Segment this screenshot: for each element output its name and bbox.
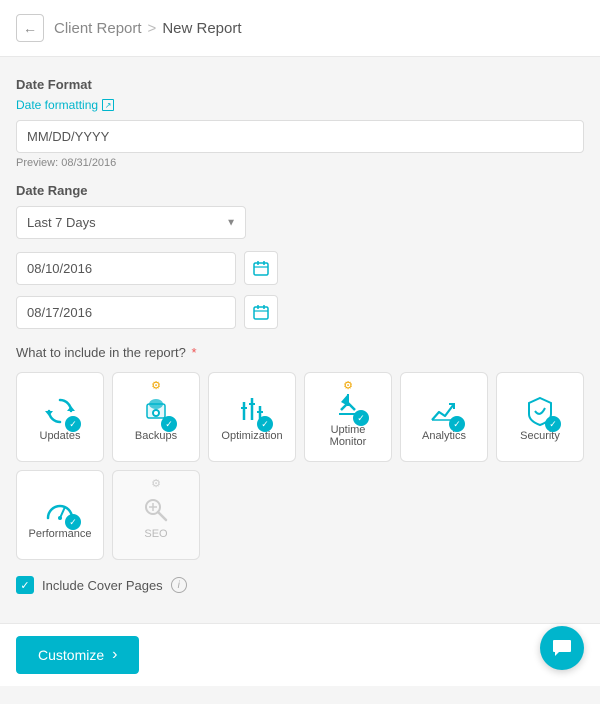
uptime-label: UptimeMonitor: [330, 424, 367, 448]
breadcrumb: Client Report > New Report: [54, 20, 242, 37]
updates-icon-wrap: ✓: [43, 394, 77, 428]
cover-pages-checkbox[interactable]: ✓: [16, 576, 34, 594]
backups-check: ✓: [161, 416, 177, 432]
card-optimization[interactable]: ✓ Optimization: [208, 372, 296, 462]
cards-grid: ✓ Updates ⚙ ✓ Backups: [16, 372, 584, 560]
performance-icon-wrap: ✓: [43, 492, 77, 526]
uptime-icon-wrap: ✓: [331, 388, 365, 422]
card-security[interactable]: ✓ Security: [496, 372, 584, 462]
card-backups[interactable]: ⚙ ✓ Backups: [112, 372, 200, 462]
bottom-bar: Customize ›: [0, 623, 600, 686]
card-analytics[interactable]: ✓ Analytics: [400, 372, 488, 462]
seo-icon: [139, 492, 173, 526]
card-updates[interactable]: ✓ Updates: [16, 372, 104, 462]
cover-pages-label: Include Cover Pages: [42, 578, 163, 593]
analytics-check: ✓: [449, 416, 465, 432]
performance-label: Performance: [29, 528, 92, 540]
updates-check: ✓: [65, 416, 81, 432]
seo-label: SEO: [144, 528, 167, 540]
card-seo[interactable]: ⚙ SEO: [112, 470, 200, 560]
backups-gear-icon: ⚙: [151, 379, 161, 392]
date-range-section: Date Range Last 7 Days Last 30 Days Last…: [16, 183, 584, 329]
info-icon[interactable]: i: [171, 577, 187, 593]
backups-icon-wrap: ✓: [139, 394, 173, 428]
end-date-row: [16, 295, 584, 329]
customize-button[interactable]: Customize ›: [16, 636, 139, 674]
breadcrumb-separator: >: [148, 20, 157, 37]
optimization-icon-wrap: ✓: [235, 394, 269, 428]
performance-check: ✓: [65, 514, 81, 530]
analytics-label: Analytics: [422, 430, 466, 442]
arrow-icon: ›: [112, 646, 117, 664]
date-formatting-link[interactable]: Date formatting ↗: [16, 98, 584, 112]
header: ← Client Report > New Report: [0, 0, 600, 57]
breadcrumb-current: New Report: [162, 20, 241, 37]
analytics-icon-wrap: ✓: [427, 394, 461, 428]
breadcrumb-parent: Client Report: [54, 20, 142, 37]
date-format-label: Date Format: [16, 77, 584, 92]
chat-icon: [551, 637, 573, 659]
end-date-calendar-button[interactable]: [244, 295, 278, 329]
date-format-preview: Preview: 08/31/2016: [16, 157, 584, 169]
start-date-row: [16, 251, 584, 285]
include-section: What to include in the report? * ✓ Updat…: [16, 345, 584, 594]
uptime-check: ✓: [353, 410, 369, 426]
optimization-check: ✓: [257, 416, 273, 432]
card-uptime-monitor[interactable]: ⚙ ✓ UptimeMonitor: [304, 372, 392, 462]
required-marker: *: [191, 345, 196, 360]
date-range-select-wrapper: Last 7 Days Last 30 Days Last 90 Days Cu…: [16, 206, 246, 239]
end-date-input[interactable]: [16, 296, 236, 329]
external-link-icon: ↗: [102, 99, 114, 111]
seo-gear-icon: ⚙: [151, 477, 161, 490]
back-button[interactable]: ←: [16, 14, 44, 42]
main-content: Date Format Date formatting ↗ Preview: 0…: [0, 57, 600, 704]
date-range-select[interactable]: Last 7 Days Last 30 Days Last 90 Days Cu…: [16, 206, 246, 239]
card-performance[interactable]: ✓ Performance: [16, 470, 104, 560]
start-date-input[interactable]: [16, 252, 236, 285]
seo-icon-wrap: [139, 492, 173, 526]
date-format-section: Date Format Date formatting ↗ Preview: 0…: [16, 77, 584, 169]
security-icon-wrap: ✓: [523, 394, 557, 428]
date-range-label: Date Range: [16, 183, 584, 198]
optimization-label: Optimization: [221, 430, 282, 442]
chat-fab-button[interactable]: [540, 626, 584, 670]
calendar-icon: [253, 260, 269, 276]
calendar-icon: [253, 304, 269, 320]
include-label: What to include in the report? *: [16, 345, 584, 360]
customize-label: Customize: [38, 647, 104, 663]
start-date-calendar-button[interactable]: [244, 251, 278, 285]
security-check: ✓: [545, 416, 561, 432]
cover-pages-row: ✓ Include Cover Pages i: [16, 576, 584, 594]
date-format-input[interactable]: [16, 120, 584, 153]
